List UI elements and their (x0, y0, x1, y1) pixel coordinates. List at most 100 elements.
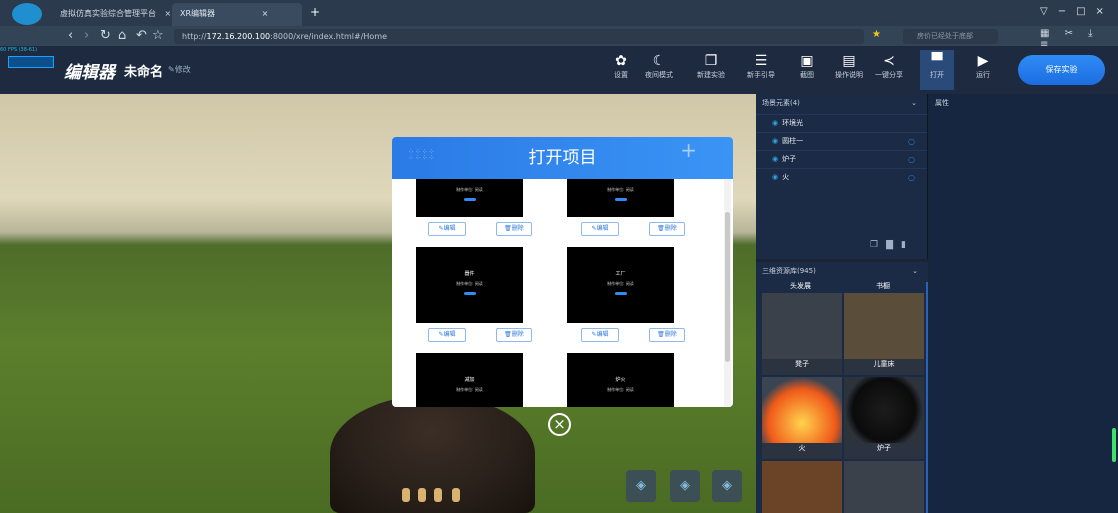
undo-icon[interactable]: ↶ (136, 27, 147, 45)
reload-icon[interactable]: ↻ (100, 27, 111, 45)
project-card[interactable]: 炉火 制作单位: 阅读 (567, 353, 674, 407)
edit-button[interactable]: ✎编辑 (581, 222, 619, 236)
resource-item[interactable] (844, 461, 924, 513)
eye-icon[interactable]: ◉ (772, 173, 778, 181)
trash-icon: 🗑 (504, 225, 512, 232)
new-tab-button[interactable]: + (310, 5, 320, 19)
toolbar-guide-button[interactable]: ☰ 新手引导 (744, 52, 778, 80)
edit-button[interactable]: ✎编辑 (428, 222, 466, 236)
delete-label: 删除 (511, 331, 524, 338)
star-icon[interactable]: ☆ (152, 27, 164, 45)
resource-label: 书橱 (876, 282, 890, 290)
toolbar-new-experiment-button[interactable]: ❐ 新建实验 (694, 52, 728, 80)
properties-title: 属性 (935, 99, 949, 107)
resource-item-label: 儿童床 (873, 360, 895, 368)
toolbar-settings-button[interactable]: ✿ 设置 (604, 52, 638, 80)
close-window-icon[interactable]: × (1096, 6, 1114, 17)
window-minimize-button[interactable]: − (1058, 6, 1076, 17)
delete-icon[interactable]: ▮ (901, 240, 914, 250)
url-path: :8000/xre/index.html#/Home (270, 32, 388, 41)
maximize-icon[interactable]: □ (1076, 6, 1095, 17)
delete-button[interactable]: 🗑删除 (496, 328, 532, 342)
tab-xr-editor[interactable]: XR编辑器 × (172, 3, 302, 26)
view-cube-front-button[interactable]: ◈ (626, 470, 656, 502)
delete-button[interactable]: 🗑删除 (649, 222, 685, 236)
resource-item[interactable]: 凳子 (762, 293, 842, 375)
browser-search-input[interactable]: 房价已经处于底部 (903, 29, 998, 44)
card-maker: 制作单位: 阅读 (607, 281, 634, 286)
plus-icon[interactable]: + (680, 137, 697, 165)
dialog-scroll-thumb[interactable] (725, 212, 730, 362)
resource-scrollbar[interactable] (926, 282, 928, 513)
trash-icon: 🗑 (657, 225, 665, 232)
project-card[interactable]: 减加 制作单位: 阅读 (416, 353, 523, 407)
flame-shape (418, 488, 426, 502)
resource-item[interactable]: 儿童床 (844, 293, 924, 375)
copy-icon[interactable]: ❐ (870, 240, 886, 250)
resource-panel-header[interactable]: 三维资源库(945) ⌄ (756, 262, 928, 280)
resource-item[interactable]: 火 (762, 377, 842, 459)
window-controls[interactable]: ▽−□× (1040, 6, 1114, 17)
chevron-down-icon[interactable]: ⌄ (911, 94, 917, 112)
toolbar-night-mode-button[interactable]: ☾ 夜间模式 (642, 52, 676, 80)
back-icon[interactable]: ‹ (68, 27, 73, 45)
scene-item-label: 圆柱一 (782, 137, 804, 145)
scene-item[interactable]: ◉ 环境光 (756, 114, 927, 131)
toolbar-share-button[interactable]: ≺ 一键分享 (872, 52, 906, 80)
project-card[interactable]: 器件 制作单位: 阅读 (416, 247, 523, 323)
toolbar-instructions-button[interactable]: ▤ 操作说明 (832, 52, 866, 80)
eye-icon[interactable]: ◉ (772, 119, 778, 127)
resource-item[interactable]: 炉子 (844, 377, 924, 459)
minimize-icon[interactable]: ▽ (1040, 6, 1058, 17)
delete-button[interactable]: 🗑删除 (649, 328, 685, 342)
tab-close-icon[interactable]: × (262, 9, 269, 18)
tab-platform[interactable]: 虚拟仿真实验综合管理平台 × (52, 3, 172, 26)
scene-item-label: 火 (782, 173, 790, 181)
close-dialog-icon[interactable]: × (548, 413, 571, 436)
scene-item[interactable]: ◉ 圆柱一 ○ (756, 132, 927, 149)
lock-icon[interactable]: ○ (908, 151, 915, 168)
toolbar-open-button[interactable]: ▀ 打开 (920, 50, 954, 90)
resource-item[interactable] (762, 461, 842, 513)
url-input[interactable]: http://172.16.200.100:8000/xre/index.htm… (174, 29, 864, 44)
project-card[interactable]: 工厂 制作单位: 阅读 (567, 247, 674, 323)
delete-label: 删除 (511, 225, 524, 232)
view-cube-top-button[interactable]: ◈ (712, 470, 742, 502)
tab-label: 虚拟仿真实验综合管理平台 (60, 9, 156, 18)
eye-icon[interactable]: ◉ (772, 137, 778, 145)
scene-item[interactable]: ◉ 炉子 ○ (756, 150, 927, 167)
edit-button[interactable]: ✎编辑 (428, 328, 466, 342)
home-icon[interactable]: ⌂ (118, 27, 126, 45)
eye-icon[interactable]: ◉ (772, 155, 778, 163)
rename-button[interactable]: ✎修改 (168, 64, 191, 75)
forward-icon[interactable]: › (84, 27, 89, 45)
card-tag (614, 292, 627, 295)
edit-button[interactable]: ✎编辑 (581, 328, 619, 342)
bookmark-star-icon[interactable]: ★ (872, 29, 881, 40)
furnace-model[interactable] (330, 395, 535, 513)
toolbar-screenshot-button[interactable]: ▣ 截图 (790, 52, 824, 80)
view-cube-side-button[interactable]: ◈ (670, 470, 700, 502)
delete-label: 删除 (664, 225, 677, 232)
edit-label: 编辑 (596, 225, 609, 232)
lock-icon[interactable]: ○ (908, 169, 915, 186)
resource-item-label: 炉子 (877, 444, 891, 452)
side-indicator[interactable] (1112, 428, 1116, 462)
chevron-down-icon[interactable]: ⌄ (912, 262, 918, 280)
project-card[interactable]: 制作单位: 阅读 (416, 179, 523, 217)
toolbar-label: 新建实验 (697, 71, 725, 79)
scene-panel-actions: ❐▇▮ (870, 240, 914, 250)
scene-item[interactable]: ◉ 火 ○ (756, 168, 927, 185)
edit-label: 编辑 (596, 331, 609, 338)
lock-icon[interactable]: ○ (908, 133, 915, 150)
tab-close-icon[interactable]: × (165, 9, 172, 18)
delete-button[interactable]: 🗑删除 (496, 222, 532, 236)
delete-label: 删除 (664, 331, 677, 338)
save-experiment-button[interactable]: 保存实验 (1018, 55, 1105, 85)
folder-icon[interactable]: ▇ (886, 240, 901, 250)
new-icon: ❐ (704, 53, 718, 69)
toolbar-run-button[interactable]: ▶ 运行 (966, 52, 1000, 80)
app-logo: 编辑器 (64, 63, 115, 83)
project-card[interactable]: 制作单位: 阅读 (567, 179, 674, 217)
scene-panel-header[interactable]: 场景元素(4) ⌄ (756, 94, 927, 112)
